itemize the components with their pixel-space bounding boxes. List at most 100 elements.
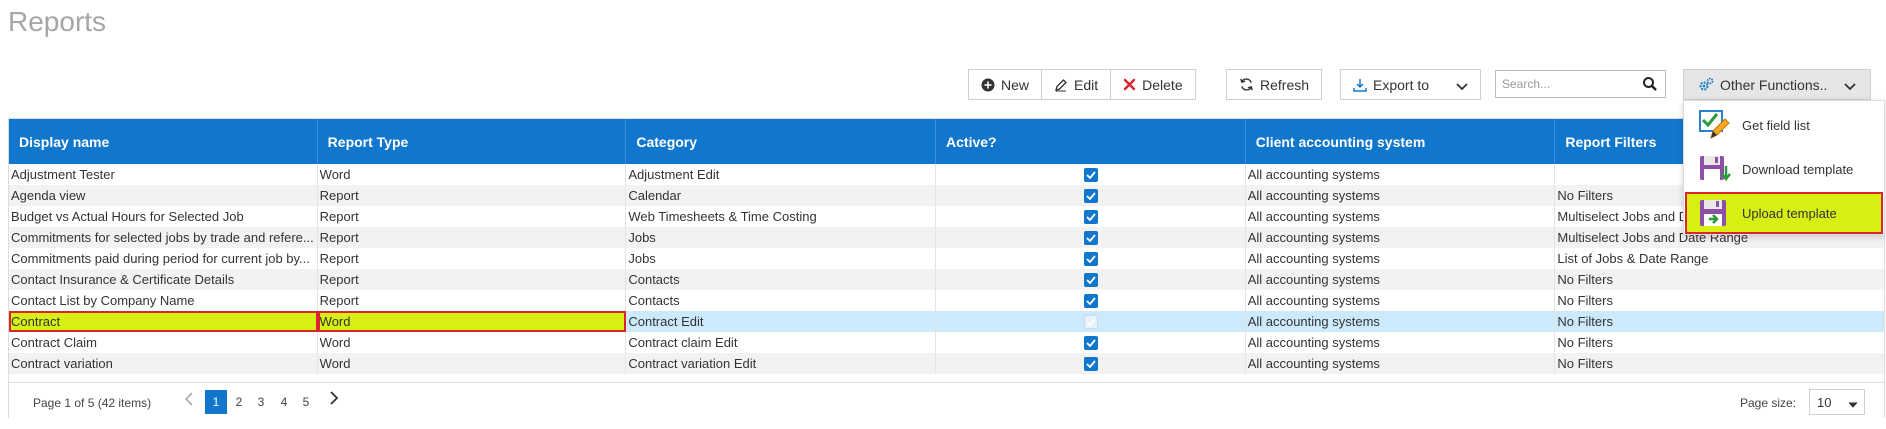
active-checkbox[interactable] <box>1084 210 1099 224</box>
active-checkbox[interactable] <box>1084 315 1099 329</box>
chevron-down-icon <box>1848 397 1858 412</box>
column-header-category[interactable]: Category <box>626 119 937 164</box>
page-title: Reports <box>8 6 107 37</box>
export-dropdown[interactable]: Export to <box>1340 69 1481 100</box>
table-row[interactable]: Agenda view Report Calendar All accounti… <box>9 185 1884 206</box>
reports-grid: Display name Report Type Category Active… <box>8 118 1885 419</box>
menu-item-upload-template[interactable]: Upload template <box>1685 192 1883 234</box>
table-row[interactable]: Contract Claim Word Contract claim Edit … <box>9 332 1884 353</box>
cell-accounting-system: All accounting systems <box>1246 311 1556 332</box>
active-checkbox[interactable] <box>1084 294 1099 308</box>
grid-body: Adjustment Tester Word Adjustment Edit A… <box>9 164 1884 374</box>
cell-accounting-system: All accounting systems <box>1246 332 1556 353</box>
cell-report-type: Report <box>318 185 627 206</box>
table-row[interactable]: Budget vs Actual Hours for Selected Job … <box>9 206 1884 227</box>
search-input[interactable] <box>1496 72 1636 96</box>
active-checkbox[interactable] <box>1084 336 1099 350</box>
page-button-5[interactable]: 5 <box>295 390 317 414</box>
table-row[interactable]: Commitments for selected jobs by trade a… <box>9 227 1884 248</box>
table-row-selected[interactable]: Contract Word Contract Edit All accounti… <box>9 311 1884 332</box>
chevron-right-icon[interactable] <box>329 391 339 410</box>
refresh-icon <box>1239 77 1254 92</box>
page-button-4[interactable]: 4 <box>273 390 295 414</box>
cell-active <box>936 311 1246 332</box>
menu-item-label: Download template <box>1742 161 1854 177</box>
field-list-icon <box>1698 109 1732 141</box>
page-button-1[interactable]: 1 <box>205 390 227 414</box>
page-size-value: 10 <box>1817 394 1832 410</box>
cell-category: Contract variation Edit <box>626 353 937 374</box>
download-template-icon <box>1698 153 1732 185</box>
column-header-display-name[interactable]: Display name <box>9 119 318 164</box>
table-row[interactable]: Commitments paid during period for curre… <box>9 248 1884 269</box>
refresh-button[interactable]: Refresh <box>1226 69 1323 100</box>
cell-report-filters: No Filters <box>1557 356 1613 371</box>
cell-accounting-system: All accounting systems <box>1246 353 1556 374</box>
cell-accounting-system: All accounting systems <box>1246 227 1556 248</box>
crud-button-group: New Edit Delete <box>968 69 1196 100</box>
upload-template-icon <box>1698 197 1732 229</box>
cell-active <box>936 290 1246 311</box>
chevron-left-icon[interactable] <box>184 392 194 411</box>
cell-active <box>936 332 1246 353</box>
table-row[interactable]: Contact Insurance & Certificate Details … <box>9 269 1884 290</box>
cell-display-name: Agenda view <box>9 185 318 206</box>
column-header-report-type[interactable]: Report Type <box>318 119 627 164</box>
page-size-label: Page size: <box>1740 396 1797 410</box>
menu-item-download-template[interactable]: Download template <box>1685 148 1883 190</box>
cell-category: Contract claim Edit <box>626 332 937 353</box>
page-button-2[interactable]: 2 <box>228 390 250 414</box>
table-row[interactable]: Adjustment Tester Word Adjustment Edit A… <box>9 164 1884 185</box>
cell-report-filters: No Filters <box>1557 293 1613 308</box>
cell-report-filters: No Filters <box>1557 335 1613 350</box>
cell-report-type: Report <box>318 290 627 311</box>
active-checkbox[interactable] <box>1084 273 1099 287</box>
other-functions-label: Other Functions.. <box>1720 76 1828 93</box>
table-row[interactable]: Contract variation Word Contract variati… <box>9 353 1884 374</box>
delete-label: Delete <box>1142 76 1183 93</box>
cell-category: Jobs <box>626 227 937 248</box>
page-button-3[interactable]: 3 <box>250 390 272 414</box>
edit-button[interactable]: Edit <box>1041 69 1111 100</box>
active-checkbox[interactable] <box>1084 357 1099 371</box>
active-checkbox[interactable] <box>1084 252 1099 266</box>
cell-category: Contract Edit <box>626 311 937 332</box>
cell-accounting-system: All accounting systems <box>1246 185 1556 206</box>
cell-report-filters: List of Jobs & Date Range <box>1557 251 1709 266</box>
cell-report-type: Report <box>318 227 627 248</box>
cell-active <box>936 206 1246 227</box>
gears-icon <box>1698 77 1714 92</box>
new-label: New <box>1001 76 1030 93</box>
cell-report-type: Word <box>318 332 627 353</box>
other-functions-button[interactable]: Other Functions.. <box>1683 69 1871 100</box>
cell-category: Web Timesheets & Time Costing <box>626 206 937 227</box>
table-row[interactable]: Contact List by Company Name Report Cont… <box>9 290 1884 311</box>
search-icon[interactable] <box>1642 76 1658 95</box>
active-checkbox[interactable] <box>1084 168 1099 182</box>
cell-report-type: Report <box>318 248 627 269</box>
cell-display-name: Contract Claim <box>9 332 318 353</box>
download-icon <box>1353 78 1367 92</box>
other-functions-menu: Get field list Download template Upload … <box>1683 100 1885 235</box>
pager: Page 1 of 5 (42 items) 1 2 3 4 5 Page si… <box>9 382 1884 419</box>
cell-active <box>936 353 1246 374</box>
cell-category: Jobs <box>626 248 937 269</box>
cell-active <box>936 185 1246 206</box>
cell-category: Adjustment Edit <box>626 164 937 185</box>
column-header-accounting-system[interactable]: Client accounting system <box>1246 119 1556 164</box>
cell-category: Contacts <box>626 290 937 311</box>
delete-button[interactable]: Delete <box>1110 69 1196 100</box>
cell-active <box>936 164 1246 185</box>
column-header-active[interactable]: Active? <box>936 119 1246 164</box>
menu-item-get-field-list[interactable]: Get field list <box>1685 104 1883 146</box>
chevron-down-icon <box>1844 79 1856 95</box>
cell-active <box>936 227 1246 248</box>
page-size-select[interactable]: 10 <box>1809 389 1865 415</box>
cell-category: Contacts <box>626 269 937 290</box>
active-checkbox[interactable] <box>1084 189 1099 203</box>
new-button[interactable]: New <box>968 69 1042 100</box>
pager-info: Page 1 of 5 (42 items) <box>33 396 152 410</box>
cell-report-filters: No Filters <box>1557 314 1613 329</box>
search-box <box>1495 70 1666 98</box>
active-checkbox[interactable] <box>1084 231 1099 245</box>
